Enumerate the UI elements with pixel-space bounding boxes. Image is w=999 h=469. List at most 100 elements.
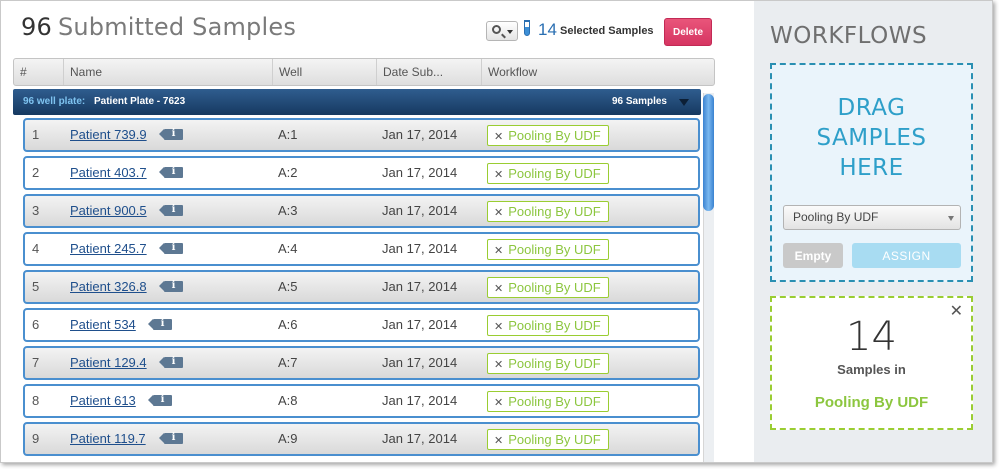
plate-group-header[interactable]: 96 well plate: Patient Plate - 7623 96 S…	[13, 89, 701, 115]
info-icon[interactable]: i	[159, 280, 183, 292]
date-value: Jan 17, 2014	[382, 393, 458, 408]
plate-type-label: 96 well plate:	[23, 96, 86, 107]
well-value: A:5	[278, 279, 298, 294]
remove-workflow-icon[interactable]: ✕	[494, 283, 503, 295]
search-dropdown-button[interactable]	[486, 21, 518, 41]
row-number: 3	[32, 203, 40, 218]
info-glyph: i	[171, 356, 176, 367]
info-icon[interactable]: i	[159, 242, 183, 254]
remove-workflow-icon[interactable]: ✕	[494, 245, 503, 257]
column-header-date-submitted[interactable]: Date Sub...	[377, 59, 482, 85]
chevron-down-icon	[948, 216, 954, 221]
column-header-workflow[interactable]: Workflow	[482, 59, 714, 85]
row-number: 7	[32, 355, 40, 370]
empty-button[interactable]: Empty	[783, 243, 843, 268]
well-value: A:7	[278, 355, 298, 370]
workflow-badge: ✕ Pooling By UDF	[487, 391, 609, 412]
date-value: Jan 17, 2014	[382, 127, 458, 142]
delete-button[interactable]: Delete	[664, 18, 712, 46]
sample-name-link[interactable]: Patient 119.7	[70, 424, 146, 454]
sample-name-link[interactable]: Patient 403.7	[70, 158, 147, 188]
remove-workflow-icon[interactable]: ✕	[494, 207, 503, 219]
drop-line: DRAG	[837, 95, 906, 121]
table-row[interactable]: 5 Patient 326.8 i A:5 Jan 17, 2014 ✕ Pool…	[23, 270, 700, 304]
remove-workflow-icon[interactable]: ✕	[494, 359, 503, 371]
table-row[interactable]: 8 Patient 613 i A:8 Jan 17, 2014 ✕ Poolin…	[23, 384, 700, 418]
row-number: 4	[32, 241, 40, 256]
row-number: 6	[32, 317, 40, 332]
well-value: A:4	[278, 241, 298, 256]
remove-workflow-icon[interactable]: ✕	[494, 397, 503, 409]
table-row[interactable]: 6 Patient 534 i A:6 Jan 17, 2014 ✕ Poolin…	[23, 308, 700, 342]
date-value: Jan 17, 2014	[382, 431, 458, 446]
workflow-name: Pooling By UDF	[508, 204, 601, 219]
info-glyph: i	[171, 432, 176, 443]
summary-count: 14	[846, 314, 897, 360]
sample-name-link[interactable]: Patient 613	[70, 386, 136, 416]
info-glyph: i	[160, 394, 165, 405]
workflow-select-value: Pooling By UDF	[793, 210, 879, 224]
summary-workflow-name: Pooling By UDF	[814, 394, 929, 411]
workflow-badge: ✕ Pooling By UDF	[487, 163, 609, 184]
collapse-caret-icon[interactable]	[679, 99, 689, 106]
summary-label: Samples in	[837, 362, 906, 377]
info-glyph: i	[171, 128, 176, 139]
table-row[interactable]: 7 Patient 129.4 i A:7 Jan 17, 2014 ✕ Pool…	[23, 346, 700, 380]
well-value: A:6	[278, 317, 298, 332]
remove-workflow-icon[interactable]: ✕	[494, 435, 503, 447]
column-header-number[interactable]: #	[14, 59, 64, 85]
drag-drop-zone[interactable]: DRAG SAMPLES HERE Pooling By UDF Empty A…	[770, 63, 973, 282]
workflow-select[interactable]: Pooling By UDF	[783, 205, 961, 230]
workflow-name: Pooling By UDF	[508, 432, 601, 447]
column-header-name[interactable]: Name	[64, 59, 273, 85]
info-glyph: i	[171, 280, 176, 291]
drop-line: HERE	[839, 155, 904, 181]
info-icon[interactable]: i	[159, 204, 183, 216]
well-value: A:1	[278, 127, 298, 142]
plate-name: Patient Plate - 7623	[94, 96, 186, 107]
table-row[interactable]: 9 Patient 119.7 i A:9 Jan 17, 2014 ✕ Pool…	[23, 422, 700, 456]
drop-line: SAMPLES	[816, 125, 927, 151]
well-value: A:9	[278, 431, 298, 446]
selected-samples-label: Selected Samples	[560, 25, 654, 37]
workflow-name: Pooling By UDF	[508, 356, 601, 371]
remove-workflow-icon[interactable]: ✕	[494, 321, 503, 333]
column-header-well[interactable]: Well	[273, 59, 377, 85]
assign-button[interactable]: ASSIGN	[852, 243, 961, 268]
table-row[interactable]: 2 Patient 403.7 i A:2 Jan 17, 2014 ✕ Pool…	[23, 156, 700, 190]
workflow-badge: ✕ Pooling By UDF	[487, 277, 609, 298]
table-row[interactable]: 3 Patient 900.5 i A:3 Jan 17, 2014 ✕ Pool…	[23, 194, 700, 228]
workflow-badge: ✕ Pooling By UDF	[487, 125, 609, 146]
workflow-badge: ✕ Pooling By UDF	[487, 353, 609, 374]
sample-name-link[interactable]: Patient 245.7	[70, 234, 147, 264]
info-icon[interactable]: i	[148, 394, 172, 406]
remove-workflow-icon[interactable]: ✕	[494, 169, 503, 181]
table-header: # Name Well Date Sub... Workflow	[13, 58, 715, 86]
info-icon[interactable]: i	[159, 432, 183, 444]
info-icon[interactable]: i	[159, 128, 183, 140]
sample-name-link[interactable]: Patient 900.5	[70, 196, 147, 226]
info-icon[interactable]: i	[159, 166, 183, 178]
remove-workflow-icon[interactable]: ✕	[494, 131, 503, 143]
sample-name-link[interactable]: Patient 534	[70, 310, 136, 340]
scrollbar-thumb[interactable]	[703, 94, 714, 211]
row-number: 1	[32, 127, 40, 142]
sample-list: 1 Patient 739.9 i A:1 Jan 17, 2014 ✕ Pool…	[23, 118, 700, 460]
date-value: Jan 17, 2014	[382, 203, 458, 218]
workflows-title: WORKFLOWS	[770, 23, 928, 49]
info-icon[interactable]: i	[159, 356, 183, 368]
sample-name-link[interactable]: Patient 739.9	[70, 120, 147, 150]
info-glyph: i	[160, 318, 165, 329]
info-icon[interactable]: i	[148, 318, 172, 330]
sample-name-link[interactable]: Patient 326.8	[70, 272, 147, 302]
date-value: Jan 17, 2014	[382, 165, 458, 180]
table-row[interactable]: 4 Patient 245.7 i A:4 Jan 17, 2014 ✕ Pool…	[23, 232, 700, 266]
table-row[interactable]: 1 Patient 739.9 i A:1 Jan 17, 2014 ✕ Pool…	[23, 118, 700, 152]
selected-count: 14	[538, 20, 557, 39]
info-glyph: i	[171, 166, 176, 177]
test-tube-icon	[524, 20, 530, 36]
workflow-name: Pooling By UDF	[508, 318, 601, 333]
sample-name-link[interactable]: Patient 129.4	[70, 348, 147, 378]
well-value: A:8	[278, 393, 298, 408]
app-window: 96 Submitted Samples 14 Selected Samples …	[0, 0, 993, 463]
